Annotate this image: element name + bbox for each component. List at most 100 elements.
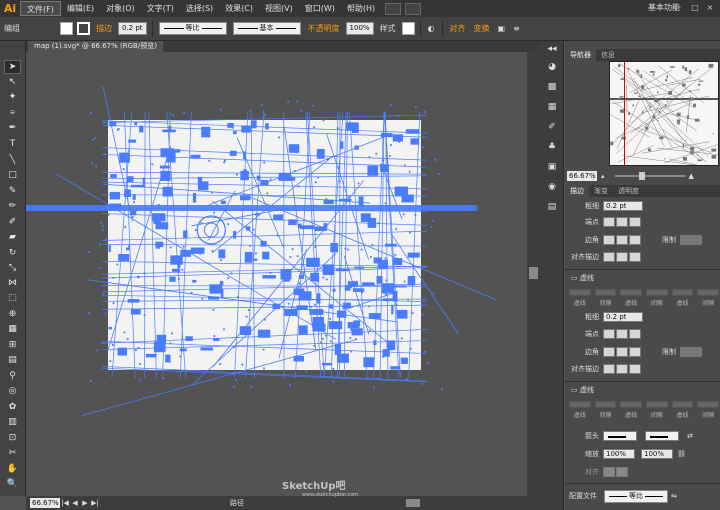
horizontal-scroll-thumb[interactable] xyxy=(406,499,420,507)
start-arrowhead-dropdown[interactable] xyxy=(603,431,637,441)
pen-tool-icon[interactable]: ✒ xyxy=(4,121,21,135)
menu-select[interactable]: 选择(S) xyxy=(180,1,219,16)
arrow-extend-button[interactable] xyxy=(603,467,615,477)
gap-field[interactable] xyxy=(646,289,668,296)
selection-tool-icon[interactable]: ➤ xyxy=(4,60,21,74)
tab-navigator[interactable]: 导航器 xyxy=(565,49,596,61)
eyedropper-tool-icon[interactable]: ⚲ xyxy=(4,369,21,383)
square-cap-button[interactable] xyxy=(629,329,641,339)
align-link[interactable]: 对齐 xyxy=(446,23,470,34)
graphic-styles-icon[interactable]: ▣ xyxy=(545,161,559,173)
vertical-scroll-thumb[interactable] xyxy=(529,267,538,279)
dash-field[interactable] xyxy=(620,289,643,296)
bridge-button[interactable] xyxy=(385,2,402,15)
stroke-weight-field[interactable]: 0.2 pt xyxy=(603,201,643,211)
selected-map-paths[interactable] xyxy=(26,52,527,496)
scale-tool-icon[interactable]: ⤡ xyxy=(4,261,21,275)
vertical-scrollbar[interactable] xyxy=(527,52,540,496)
stroke-weight-field-2[interactable]: 0.2 pt xyxy=(603,312,643,322)
align-outside-button[interactable] xyxy=(629,252,641,262)
tab-gradient[interactable]: 渐变 xyxy=(589,185,613,197)
navigator-zoom-knob[interactable] xyxy=(638,172,645,180)
artboard-tool-icon[interactable]: ⊡ xyxy=(4,431,21,445)
hand-tool-icon[interactable]: ✋ xyxy=(4,462,21,476)
end-arrowhead-dropdown[interactable] xyxy=(645,431,679,441)
navigator-preview[interactable] xyxy=(609,61,719,166)
stroke-profile-dropdown[interactable]: 等比 xyxy=(158,22,227,35)
direct-selection-tool-icon[interactable]: ↖ xyxy=(4,75,21,89)
shape-builder-tool-icon[interactable]: ⊕ xyxy=(4,307,21,321)
round-join-button[interactable] xyxy=(616,235,628,245)
maximize-icon[interactable]: □ xyxy=(690,3,700,13)
appearance-panel-icon[interactable]: ◉ xyxy=(545,181,559,193)
round-cap-button[interactable] xyxy=(616,329,628,339)
isolate-icon[interactable]: ▣ xyxy=(494,24,510,33)
square-cap-button[interactable] xyxy=(629,217,641,227)
lasso-tool-icon[interactable]: ဓ xyxy=(4,105,21,119)
dash-field[interactable] xyxy=(569,401,591,408)
symbols-panel-icon[interactable]: ♣ xyxy=(545,141,559,153)
butt-cap-button[interactable] xyxy=(603,329,615,339)
rotate-tool-icon[interactable]: ↻ xyxy=(4,246,21,260)
transform-link[interactable]: 变换 xyxy=(470,23,494,34)
limit-field[interactable] xyxy=(680,347,702,357)
dash-field[interactable] xyxy=(620,401,643,408)
stroke-swatch[interactable] xyxy=(77,22,90,35)
dash-field[interactable] xyxy=(671,289,694,296)
graph-tool-icon[interactable]: ▥ xyxy=(4,415,21,429)
prev-artboard-icon[interactable]: ◀ xyxy=(70,498,80,508)
opacity-field[interactable]: 100% xyxy=(345,22,374,35)
start-scale-field[interactable]: 100% xyxy=(603,449,635,459)
menu-type[interactable]: 文字(T) xyxy=(141,1,180,16)
arrange-documents-button[interactable] xyxy=(405,2,422,15)
limit-field[interactable] xyxy=(680,235,702,245)
tab-info[interactable]: 信息 xyxy=(596,49,620,61)
width-profile-dropdown[interactable]: 等比 xyxy=(604,489,668,503)
dash-section[interactable]: ▭ 虚线 xyxy=(565,272,720,284)
document-tab[interactable]: map (1).svg* @ 66.67% (RGB/预览) xyxy=(28,41,163,52)
menu-window[interactable]: 窗口(W) xyxy=(299,1,341,16)
dash-section-2[interactable]: ▭ 虚线 xyxy=(565,384,720,396)
menu-effect[interactable]: 效果(C) xyxy=(219,1,259,16)
gap-field[interactable] xyxy=(697,289,720,296)
line-tool-icon[interactable]: ╲ xyxy=(4,153,21,167)
align-center-button[interactable] xyxy=(603,252,615,262)
blend-tool-icon[interactable]: ◎ xyxy=(4,384,21,398)
gap-field[interactable] xyxy=(646,401,668,408)
rectangle-tool-icon[interactable]: □ xyxy=(4,168,21,182)
status-text[interactable]: 路径 xyxy=(230,498,244,508)
zoom-tool-icon[interactable]: 🔍 xyxy=(4,477,21,491)
dash-checkbox[interactable]: ▭ xyxy=(571,274,580,282)
fill-swatch[interactable] xyxy=(60,22,73,35)
dash-checkbox[interactable]: ▭ xyxy=(571,386,580,394)
eraser-tool-icon[interactable]: ▰ xyxy=(4,230,21,244)
miter-join-button[interactable] xyxy=(603,347,615,357)
mesh-tool-icon[interactable]: ⊞ xyxy=(4,338,21,352)
brush-dropdown[interactable]: 基本 xyxy=(232,22,301,35)
opacity-label[interactable]: 不透明度 xyxy=(304,23,344,34)
round-join-button[interactable] xyxy=(616,347,628,357)
free-transform-tool-icon[interactable]: ⬚ xyxy=(4,291,21,305)
arrow-inside-button[interactable] xyxy=(616,467,628,477)
slice-tool-icon[interactable]: ✂ xyxy=(4,446,21,460)
menu-help[interactable]: 帮助(H) xyxy=(341,1,381,16)
align-outside-button[interactable] xyxy=(629,364,641,374)
round-cap-button[interactable] xyxy=(616,217,628,227)
align-center-button[interactable] xyxy=(603,364,615,374)
menu-edit[interactable]: 编辑(E) xyxy=(61,1,100,16)
dash-field[interactable] xyxy=(569,289,591,296)
gradient-tool-icon[interactable]: ▤ xyxy=(4,353,21,367)
navigator-zoom-slider[interactable] xyxy=(614,172,685,180)
align-inside-button[interactable] xyxy=(616,252,628,262)
miter-join-button[interactable] xyxy=(603,235,615,245)
menu-view[interactable]: 视图(V) xyxy=(259,1,299,16)
magic-wand-tool-icon[interactable]: ✦ xyxy=(4,90,21,104)
bevel-join-button[interactable] xyxy=(629,235,641,245)
brushes-panel-icon[interactable]: ✐ xyxy=(545,121,559,133)
tab-stroke[interactable]: 描边 xyxy=(565,185,589,197)
canvas-area[interactable] xyxy=(26,52,527,496)
navigator-view-frame[interactable] xyxy=(624,62,625,165)
zoom-in-icon[interactable]: ▲ xyxy=(689,172,694,180)
dash-field[interactable] xyxy=(671,401,694,408)
butt-cap-button[interactable] xyxy=(603,217,615,227)
